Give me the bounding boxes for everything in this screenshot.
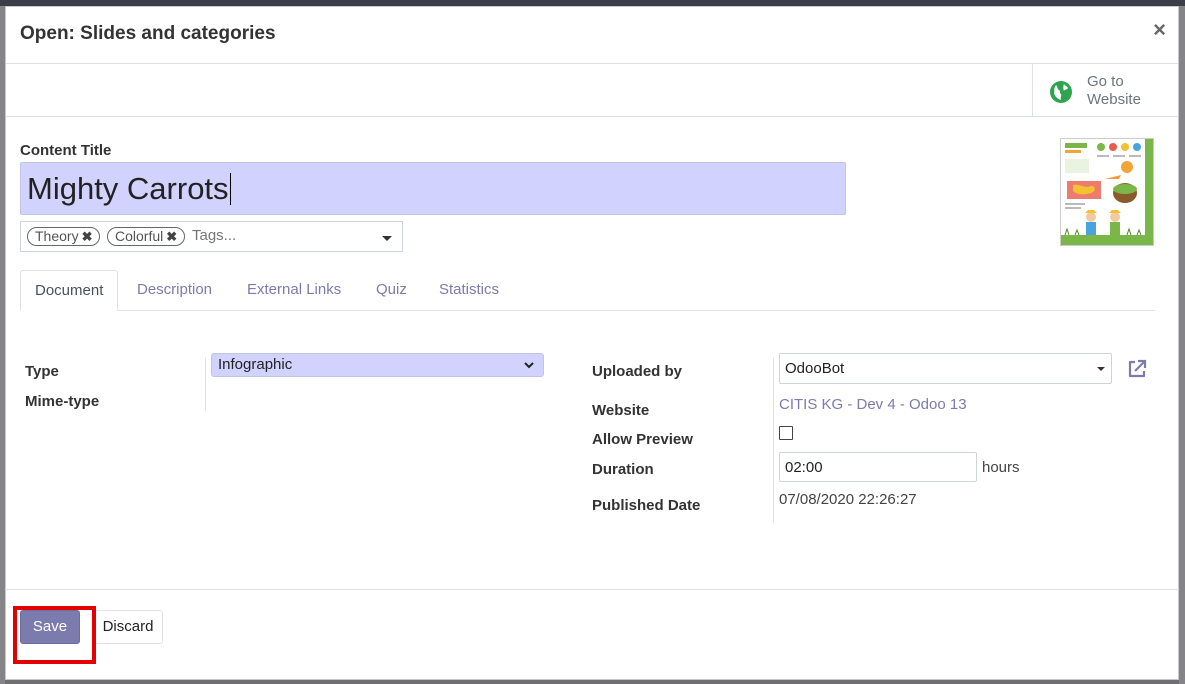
close-icon[interactable]: × bbox=[1153, 19, 1166, 41]
right-group-separator bbox=[773, 358, 774, 523]
left-group-separator bbox=[205, 358, 206, 411]
background-right bbox=[1179, 6, 1185, 684]
tab-description[interactable]: Description bbox=[137, 270, 212, 310]
globe-icon bbox=[1050, 81, 1072, 103]
remove-tag-icon[interactable]: ✖ bbox=[82, 229, 93, 244]
mime-type-label: Mime-type bbox=[25, 393, 100, 410]
tab-external-links[interactable]: External Links bbox=[247, 270, 341, 310]
website-link[interactable]: CITIS KG - Dev 4 - Odoo 13 bbox=[779, 396, 967, 413]
tag-colorful: Colorful ✖ bbox=[107, 227, 186, 246]
modal-dialog: Open: Slides and categories × Go to Webs… bbox=[5, 6, 1179, 680]
infographic-thumbnail[interactable] bbox=[1060, 138, 1154, 246]
modal-header: Open: Slides and categories × bbox=[6, 7, 1178, 64]
go-to-line: Go to bbox=[1087, 73, 1124, 90]
type-label: Type bbox=[25, 363, 59, 380]
content-title-label: Content Title bbox=[20, 142, 112, 159]
footer-divider bbox=[5, 589, 1179, 675]
type-select[interactable]: Infographic bbox=[211, 353, 544, 377]
tab-statistics[interactable]: Statistics bbox=[439, 270, 499, 310]
uploaded-by-label: Uploaded by bbox=[592, 363, 683, 380]
text-cursor bbox=[229, 173, 231, 205]
duration-value: 02:00 bbox=[785, 459, 823, 476]
tags-input[interactable]: Tags... bbox=[192, 227, 236, 244]
website-line: Website bbox=[1087, 91, 1141, 108]
tab-document[interactable]: Document bbox=[20, 270, 119, 311]
tab-quiz[interactable]: Quiz bbox=[376, 270, 407, 310]
tag-theory: Theory ✖ bbox=[27, 227, 101, 246]
website-label: Website bbox=[592, 402, 650, 419]
duration-unit: hours bbox=[982, 459, 1020, 476]
tag-label: Colorful bbox=[115, 228, 164, 244]
go-to-website-button[interactable]: Go to Website bbox=[1032, 63, 1178, 116]
tags-field[interactable]: Theory ✖ Colorful ✖ Tags... bbox=[20, 221, 403, 252]
published-date-label: Published Date bbox=[592, 497, 701, 514]
published-date-value: 07/08/2020 22:26:27 bbox=[779, 491, 917, 508]
type-value: Infographic bbox=[218, 356, 293, 373]
dropdown-caret-icon[interactable] bbox=[382, 236, 392, 241]
chevron-down-icon bbox=[524, 362, 534, 369]
discard-button[interactable]: Discard bbox=[93, 610, 163, 644]
button-box: Go to Website bbox=[6, 63, 1178, 117]
duration-label: Duration bbox=[592, 461, 654, 478]
modal-title: Open: Slides and categories bbox=[20, 23, 276, 44]
uploaded-by-select[interactable]: OdooBot bbox=[779, 353, 1112, 384]
notebook-tabs: Document Description External Links Quiz… bbox=[20, 270, 1155, 311]
dropdown-caret-icon[interactable] bbox=[1097, 367, 1105, 371]
infographic-image bbox=[1061, 139, 1153, 245]
go-to-website-label: Go to Website bbox=[1087, 73, 1141, 109]
tag-label: Theory bbox=[35, 228, 79, 244]
external-link-icon[interactable] bbox=[1125, 357, 1149, 381]
duration-input[interactable]: 02:00 bbox=[779, 452, 977, 482]
save-highlight-box bbox=[13, 606, 96, 664]
content-title-text: Mighty Carrots bbox=[27, 171, 229, 206]
allow-preview-label: Allow Preview bbox=[592, 431, 693, 448]
allow-preview-checkbox[interactable] bbox=[779, 426, 793, 440]
content-title-value: Mighty Carrots bbox=[27, 171, 231, 207]
remove-tag-icon[interactable]: ✖ bbox=[166, 229, 177, 244]
uploaded-by-value: OdooBot bbox=[785, 360, 845, 377]
content-title-input[interactable]: Mighty Carrots bbox=[20, 162, 846, 215]
